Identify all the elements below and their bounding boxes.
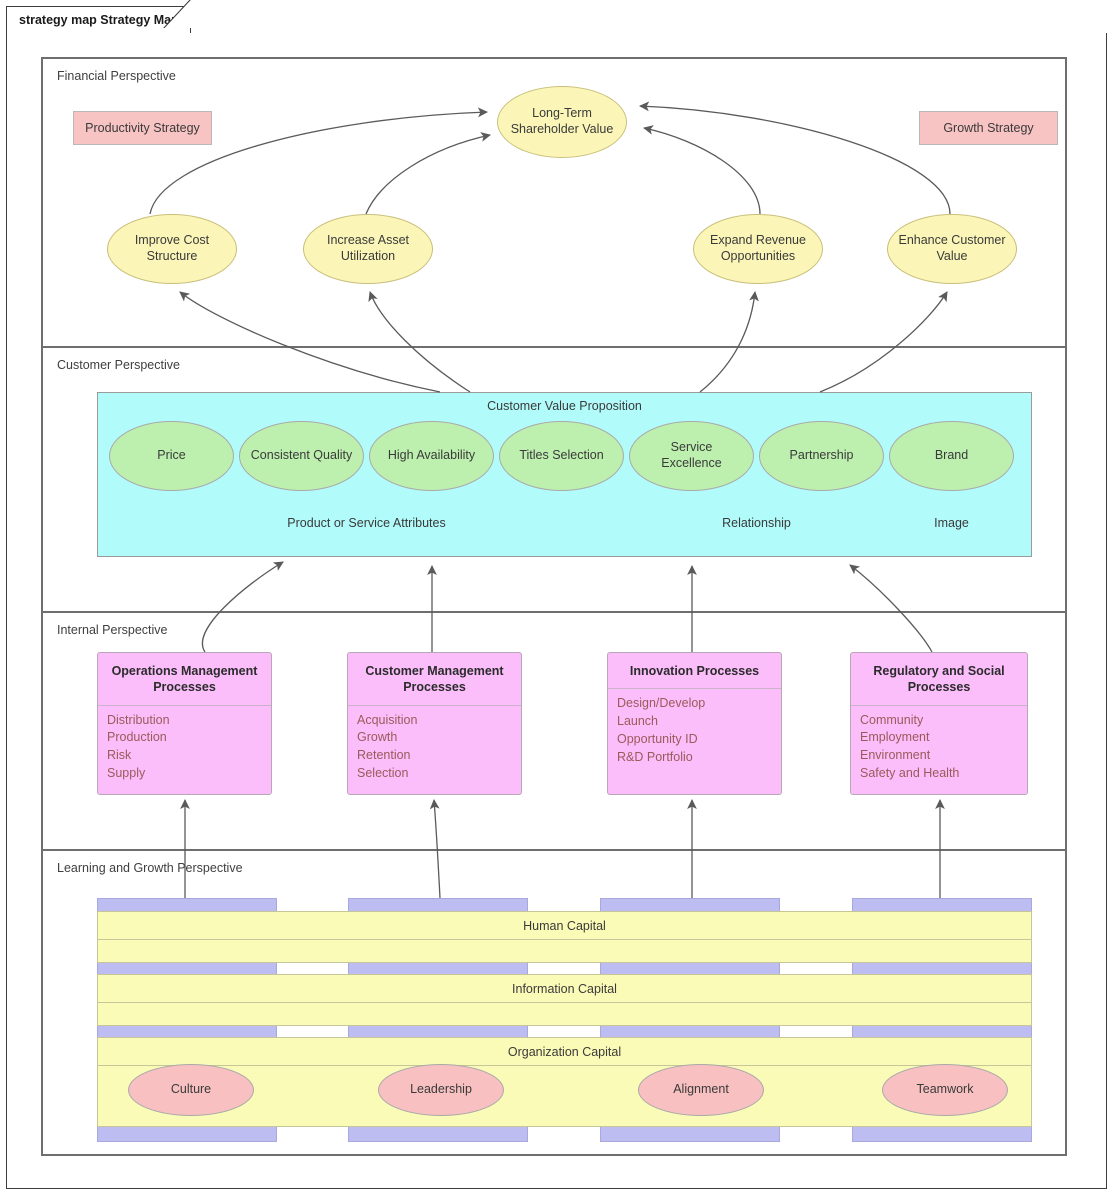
organization-item-label: Teamwork: [916, 1082, 974, 1097]
organization-item-teamwork[interactable]: Teamwork: [882, 1064, 1008, 1116]
process-item: R&D Portfolio: [617, 749, 693, 764]
organization-item-leadership[interactable]: Leadership: [378, 1064, 504, 1116]
customer-attribute-partnership[interactable]: Partnership: [759, 421, 884, 491]
process-item: Risk: [107, 748, 132, 762]
process-box-innovation[interactable]: Innovation Processes Design/Develop Laun…: [607, 652, 782, 795]
customer-attribute-price[interactable]: Price: [109, 421, 234, 491]
organization-item-label: Alignment: [673, 1082, 729, 1097]
customer-value-proposition-band: Customer Value Proposition Price Consist…: [97, 392, 1032, 557]
process-box-operations-management[interactable]: Operations Management Processes Distribu…: [97, 652, 272, 795]
process-item: Selection: [357, 765, 409, 780]
process-item: Supply: [107, 765, 146, 780]
tab-corner-fold: [163, 0, 193, 28]
objective-label: Long-Term Shareholder Value: [510, 106, 614, 136]
process-box-title: Innovation Processes: [608, 653, 781, 690]
panel-title-customer: Customer Perspective: [57, 358, 180, 372]
process-item: Retention: [357, 748, 411, 762]
process-item: Production: [107, 730, 167, 745]
attribute-label: Titles Selection: [519, 448, 604, 463]
capital-bar-segment: [348, 1125, 528, 1142]
process-item-list: Community Employment Environment Safety …: [851, 706, 1027, 783]
objective-label: Expand Revenue Opportunities: [710, 233, 806, 263]
process-item: Opportunity ID: [617, 731, 698, 746]
process-item: Launch: [617, 714, 659, 728]
process-item: Environment: [860, 748, 931, 762]
process-item: Growth: [357, 730, 398, 745]
process-item: Design/Develop: [617, 696, 706, 711]
attribute-label: Brand: [934, 448, 969, 463]
customer-category-relationship: Relationship: [722, 516, 791, 530]
productivity-strategy-tag[interactable]: Productivity Strategy: [73, 111, 212, 145]
objective-label: Enhance Customer Value: [898, 233, 1006, 263]
panel-title-internal: Internal Perspective: [57, 623, 168, 637]
customer-category-image: Image: [934, 516, 969, 530]
process-box-title: Regulatory and Social Processes: [851, 653, 1027, 706]
organization-item-alignment[interactable]: Alignment: [638, 1064, 764, 1116]
objective-expand-revenue-opportunities[interactable]: Expand Revenue Opportunities: [693, 214, 823, 284]
organization-item-culture[interactable]: Culture: [128, 1064, 254, 1116]
productivity-strategy-label: Productivity Strategy: [85, 121, 200, 135]
objective-label: Improve Cost Structure: [134, 233, 210, 263]
growth-strategy-label: Growth Strategy: [943, 121, 1034, 135]
capital-band-divider: [98, 1065, 1031, 1066]
process-item: Acquisition: [357, 712, 418, 727]
customer-attribute-high-availability[interactable]: High Availability: [369, 421, 494, 491]
objective-label: Increase Asset Utilization: [327, 233, 409, 263]
process-item-list: Acquisition Growth Retention Selection: [348, 706, 521, 783]
capital-bar-segment: [852, 1125, 1032, 1142]
process-item-list: Distribution Production Risk Supply: [98, 706, 271, 783]
process-item-list: Design/Develop Launch Opportunity ID R&D…: [608, 689, 781, 766]
objective-enhance-customer-value[interactable]: Enhance Customer Value: [887, 214, 1017, 284]
panel-title-financial: Financial Perspective: [57, 69, 176, 83]
capital-band-divider: [98, 939, 1031, 940]
attribute-label: Consistent Quality: [250, 448, 353, 463]
capital-band-title: Information Capital: [512, 982, 617, 996]
customer-attribute-titles-selection[interactable]: Titles Selection: [499, 421, 624, 491]
process-item: Safety and Health: [860, 765, 960, 780]
process-item: Employment: [860, 730, 930, 745]
process-item: Community: [860, 712, 924, 727]
customer-category-product-service-attributes: Product or Service Attributes: [287, 516, 446, 530]
attribute-label: High Availability: [387, 448, 476, 463]
process-box-title: Customer Management Processes: [348, 653, 521, 706]
capital-band-divider: [98, 1002, 1031, 1003]
customer-attribute-brand[interactable]: Brand: [889, 421, 1014, 491]
diagram-tab-label: strategy map Strategy Map: [19, 13, 179, 27]
customer-attribute-service-excellence[interactable]: Service Excellence: [629, 421, 754, 491]
organization-item-label: Leadership: [410, 1082, 472, 1097]
customer-value-proposition-title: Customer Value Proposition: [487, 399, 642, 413]
growth-strategy-tag[interactable]: Growth Strategy: [919, 111, 1058, 145]
attribute-label: Service Excellence: [661, 440, 722, 470]
capital-band-title: Human Capital: [523, 919, 606, 933]
attribute-label: Partnership: [789, 448, 854, 463]
objective-long-term-shareholder-value[interactable]: Long-Term Shareholder Value: [497, 86, 627, 158]
capital-band-human[interactable]: Human Capital: [97, 911, 1032, 963]
process-box-regulatory-and-social[interactable]: Regulatory and Social Processes Communit…: [850, 652, 1028, 795]
capital-band-title: Organization Capital: [507, 1045, 622, 1059]
process-item: Distribution: [107, 712, 170, 727]
objective-improve-cost-structure[interactable]: Improve Cost Structure: [107, 214, 237, 284]
capital-band-information[interactable]: Information Capital: [97, 974, 1032, 1026]
process-box-title: Operations Management Processes: [98, 653, 271, 706]
panel-title-learning: Learning and Growth Perspective: [57, 861, 243, 875]
capital-bar-segment: [600, 1125, 780, 1142]
objective-increase-asset-utilization[interactable]: Increase Asset Utilization: [303, 214, 433, 284]
customer-attribute-consistent-quality[interactable]: Consistent Quality: [239, 421, 364, 491]
attribute-label: Price: [157, 448, 186, 463]
organization-item-label: Culture: [170, 1082, 212, 1097]
capital-bar-segment: [97, 1125, 277, 1142]
process-box-customer-management[interactable]: Customer Management Processes Acquisitio…: [347, 652, 522, 795]
